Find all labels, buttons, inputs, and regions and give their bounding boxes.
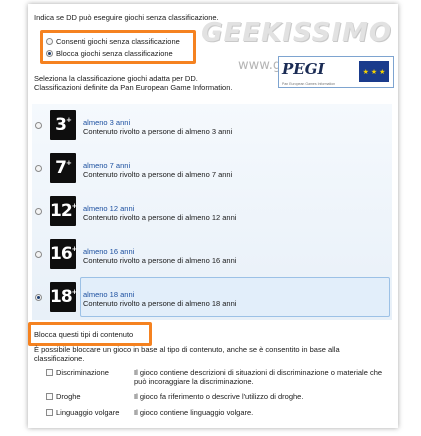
rating-desc-3: Contenuto rivolto a persone di almeno 3 …: [83, 127, 233, 136]
rating-radio-16[interactable]: [35, 251, 42, 258]
checkbox-bad-language[interactable]: [46, 409, 53, 416]
rating-row-16[interactable]: 16+ almeno 16 anni Contenuto rivolto a p…: [32, 233, 392, 275]
rating-desc-16: Contenuto rivolto a persone di almeno 16…: [83, 256, 237, 265]
rating-desc-18: Contenuto rivolto a persone di almeno 18…: [83, 299, 237, 308]
content-type-desc: Il gioco contiene linguaggio volgare.: [134, 408, 254, 417]
radio-allow-unrated[interactable]: Consenti giochi senza classificazione: [46, 37, 180, 46]
checkbox-discrimination[interactable]: [46, 369, 53, 376]
checkbox-drugs[interactable]: [46, 393, 53, 400]
radio-allow-unrated-label: Consenti giochi senza classificazione: [56, 37, 180, 46]
content-type-desc: Il gioco contiene descrizioni di situazi…: [134, 368, 383, 386]
eu-flag-icon: ★ ★ ★: [359, 61, 389, 82]
rating-title-16: almeno 16 anni: [83, 247, 135, 256]
geekissimo-watermark: GEEKISSIMO: [201, 18, 392, 48]
rating-radio-3[interactable]: [35, 122, 42, 129]
rating-title-12: almeno 12 anni: [83, 204, 135, 213]
rating-radio-12[interactable]: [35, 208, 42, 215]
content-types-title: Blocca questi tipi di contenuto: [34, 330, 134, 339]
radio-button-checked[interactable]: [46, 50, 53, 57]
unrated-highlight-box: [40, 30, 196, 64]
rating-desc-7: Contenuto rivolto a persone di almeno 7 …: [83, 170, 233, 179]
ratings-intro-line1: Seleziona la classificazione giochi adat…: [34, 74, 198, 83]
content-type-label: Droghe: [56, 392, 81, 401]
radio-button[interactable]: [46, 38, 53, 45]
rating-row-7[interactable]: 7+ almeno 7 anni Contenuto rivolto a per…: [32, 147, 392, 189]
content-type-label: Linguaggio volgare: [56, 408, 120, 417]
parental-controls-panel: Indica se DD può eseguire giochi senza c…: [28, 4, 398, 428]
ratings-list: 3+ almeno 3 anni Contenuto rivolto a per…: [32, 104, 392, 320]
rating-row-3[interactable]: 3+ almeno 3 anni Contenuto rivolto a per…: [32, 104, 392, 146]
radio-block-unrated-label: Blocca giochi senza classificazione: [56, 49, 173, 58]
rating-title-18: almeno 18 anni: [83, 290, 135, 299]
pegi-12-badge-icon: 12+: [50, 196, 78, 226]
pegi-logo-box: PEGI ★ ★ ★ Pan European Games Informatio…: [278, 56, 394, 88]
rating-desc-12: Contenuto rivolto a persone di almeno 12…: [83, 213, 237, 222]
pegi-16-badge-icon: 16+: [50, 239, 78, 269]
unrated-question: Indica se DD può eseguire giochi senza c…: [34, 13, 219, 22]
rating-radio-7[interactable]: [35, 165, 42, 172]
content-type-desc: Il gioco fa riferimento o descrive l'uti…: [134, 392, 304, 401]
ratings-intro: Seleziona la classificazione giochi adat…: [34, 74, 294, 92]
rating-title-3: almeno 3 anni: [83, 118, 131, 127]
rating-row-12[interactable]: 12+ almeno 12 anni Contenuto rivolto a p…: [32, 190, 392, 232]
content-types-description: È possibile bloccare un gioco in base al…: [34, 345, 340, 363]
pegi-3-badge-icon: 3+: [50, 110, 76, 140]
pegi-7-badge-icon: 7+: [50, 153, 76, 183]
radio-block-unrated[interactable]: Blocca giochi senza classificazione: [46, 49, 173, 58]
rating-radio-18[interactable]: [35, 294, 42, 301]
pegi-18-badge-icon: 18+: [50, 282, 78, 312]
rating-title-7: almeno 7 anni: [83, 161, 131, 170]
ratings-intro-line2: Classificazioni definite da Pan European…: [34, 83, 233, 92]
rating-row-18[interactable]: 18+ almeno 18 anni Contenuto rivolto a p…: [32, 276, 392, 318]
content-type-label: Discriminazione: [56, 368, 109, 377]
